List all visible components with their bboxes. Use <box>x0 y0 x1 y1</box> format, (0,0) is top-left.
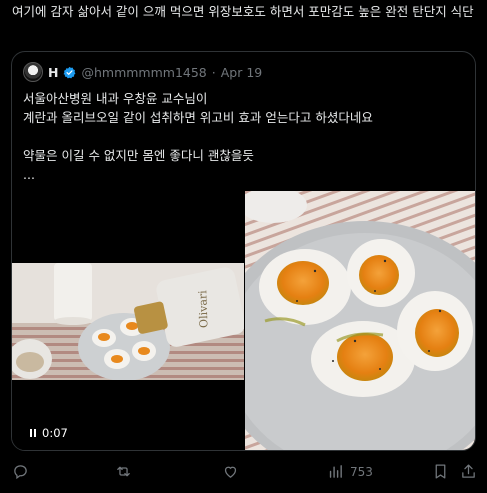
video-duration: 0:07 <box>42 426 68 440</box>
share-icon <box>462 464 475 478</box>
author-handle[interactable]: @hmmmmmm1458 <box>81 65 206 80</box>
repost-icon <box>117 466 130 477</box>
views-icon <box>329 465 342 478</box>
quoted-post-card[interactable]: H @hmmmmmm1458 · Apr 19 서울아산병원 내과 우창윤 교수… <box>11 51 476 451</box>
like-icon <box>224 466 237 478</box>
reply-icon <box>14 465 27 480</box>
separator-dot: · <box>211 64 216 80</box>
like-button[interactable] <box>222 463 245 480</box>
repost-button[interactable] <box>115 463 138 480</box>
post-date[interactable]: Apr 19 <box>221 65 263 80</box>
photo-media[interactable] <box>245 191 475 450</box>
share-button[interactable] <box>460 463 477 480</box>
quoted-post-header: H @hmmmmmm1458 · Apr 19 <box>23 62 262 82</box>
video-duration-badge[interactable]: 0:07 <box>24 424 74 442</box>
views-button[interactable]: 753 <box>327 463 373 480</box>
post-actions-bar: 753 <box>0 459 487 485</box>
pause-icon[interactable] <box>30 429 36 437</box>
bookmark-icon <box>435 464 446 479</box>
eggs-photo <box>245 191 475 450</box>
bottle-label: Olivari <box>196 290 210 329</box>
video-thumbnail: Olivari <box>12 263 244 380</box>
author-display-name[interactable]: H <box>48 65 58 80</box>
video-media[interactable]: Olivari 0:07 <box>12 191 244 450</box>
post-text: 여기에 감자 삶아서 같이 으깨 먹으면 위장보호도 하면서 포만감도 높은 완… <box>12 4 474 19</box>
verified-badge-icon <box>64 66 76 78</box>
quoted-post-body: 서울아산병원 내과 우창윤 교수님이 계란과 올리브오일 같이 섭취하면 위고비… <box>23 91 373 182</box>
avatar[interactable] <box>23 62 43 82</box>
views-count: 753 <box>350 464 373 479</box>
reply-button[interactable] <box>12 463 35 480</box>
bookmark-button[interactable] <box>432 463 449 480</box>
